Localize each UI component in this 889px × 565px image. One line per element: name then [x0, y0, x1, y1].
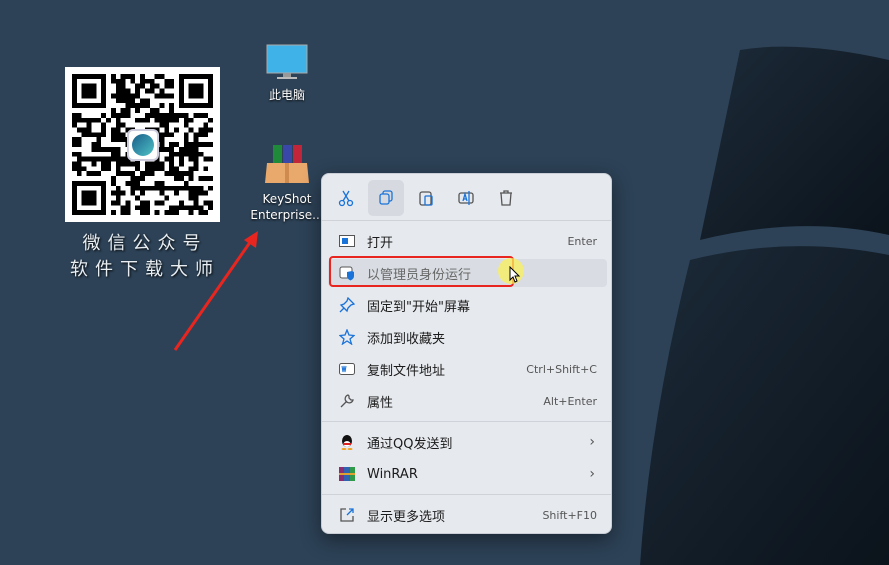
menu-item-properties[interactable]: 属性 Alt+Enter [328, 387, 607, 415]
windows-logo-pane [700, 46, 889, 240]
qr-caption-1: 微信公众号 [82, 233, 208, 254]
chevron-right-icon: › [589, 434, 595, 450]
winrar-icon [337, 464, 357, 484]
paste-button[interactable] [408, 180, 444, 216]
rename-icon [458, 191, 474, 205]
delete-icon [500, 190, 512, 206]
desktop-icon-label: KeyShot [262, 192, 312, 206]
menu-item-shortcut: Shift+F10 [542, 508, 597, 522]
menu-item-label: 复制文件地址 [367, 363, 446, 379]
menu-item-copy-path[interactable]: 复制文件地址 Ctrl+Shift+C [328, 355, 607, 383]
windows-logo-pane [640, 246, 889, 565]
menu-item-label: 通过QQ发送到 [367, 436, 453, 452]
monitor-icon [266, 44, 308, 79]
menu-item-shortcut: Enter [567, 234, 597, 248]
star-icon [337, 327, 357, 347]
rename-button[interactable] [448, 180, 484, 216]
desktop-icon-this-pc[interactable]: 此电脑 [247, 43, 327, 103]
menu-item-label: WinRAR [367, 466, 418, 482]
qr-code [65, 67, 220, 222]
delete-button[interactable] [488, 180, 524, 216]
open-app-icon [337, 231, 357, 251]
menu-toolbar [322, 180, 611, 216]
context-menu: 打开 Enter 以管理员身份运行 固定到"开始"屏幕 添加到收藏夹 复制文件地址… [321, 173, 612, 534]
chevron-right-icon: › [589, 466, 595, 482]
show-more-icon [337, 505, 357, 525]
highlight-box [329, 256, 514, 287]
menu-separator [322, 220, 611, 221]
copy-path-icon [337, 359, 357, 379]
menu-item-show-more[interactable]: 显示更多选项 Shift+F10 [328, 501, 607, 529]
wrench-icon [337, 391, 357, 411]
qr-logo [127, 129, 159, 161]
menu-item-winrar[interactable]: WinRAR › [328, 460, 607, 488]
menu-item-label: 显示更多选项 [367, 509, 446, 525]
desktop-icon-label: 此电脑 [268, 88, 305, 102]
paste-icon [419, 191, 433, 206]
menu-separator [322, 494, 611, 495]
copy-button[interactable] [368, 180, 404, 216]
cut-button[interactable] [328, 180, 364, 216]
copy-icon [379, 190, 393, 205]
menu-separator [322, 421, 611, 422]
menu-item-add-favorites[interactable]: 添加到收藏夹 [328, 323, 607, 351]
mouse-cursor-icon [509, 266, 521, 283]
menu-item-label: 固定到"开始"屏幕 [367, 299, 470, 315]
pin-icon [337, 295, 357, 315]
menu-item-open[interactable]: 打开 Enter [328, 227, 607, 255]
menu-item-pin-start[interactable]: 固定到"开始"屏幕 [328, 291, 607, 319]
menu-item-send-qq[interactable]: 通过QQ发送到 › [328, 428, 607, 456]
desktop-icon-label: Enterprise... [250, 208, 324, 222]
desktop-icon-keyshot[interactable]: KeyShot Enterprise... [247, 143, 327, 223]
menu-item-label: 属性 [367, 395, 394, 411]
cut-icon [338, 190, 354, 207]
qq-icon [337, 432, 357, 452]
menu-item-label: 添加到收藏夹 [367, 331, 446, 347]
package-icon [265, 145, 309, 183]
qr-caption-2: 软件下载大师 [70, 259, 220, 280]
menu-item-shortcut: Ctrl+Shift+C [526, 362, 597, 376]
menu-item-label: 打开 [367, 235, 394, 251]
menu-item-shortcut: Alt+Enter [543, 394, 597, 408]
